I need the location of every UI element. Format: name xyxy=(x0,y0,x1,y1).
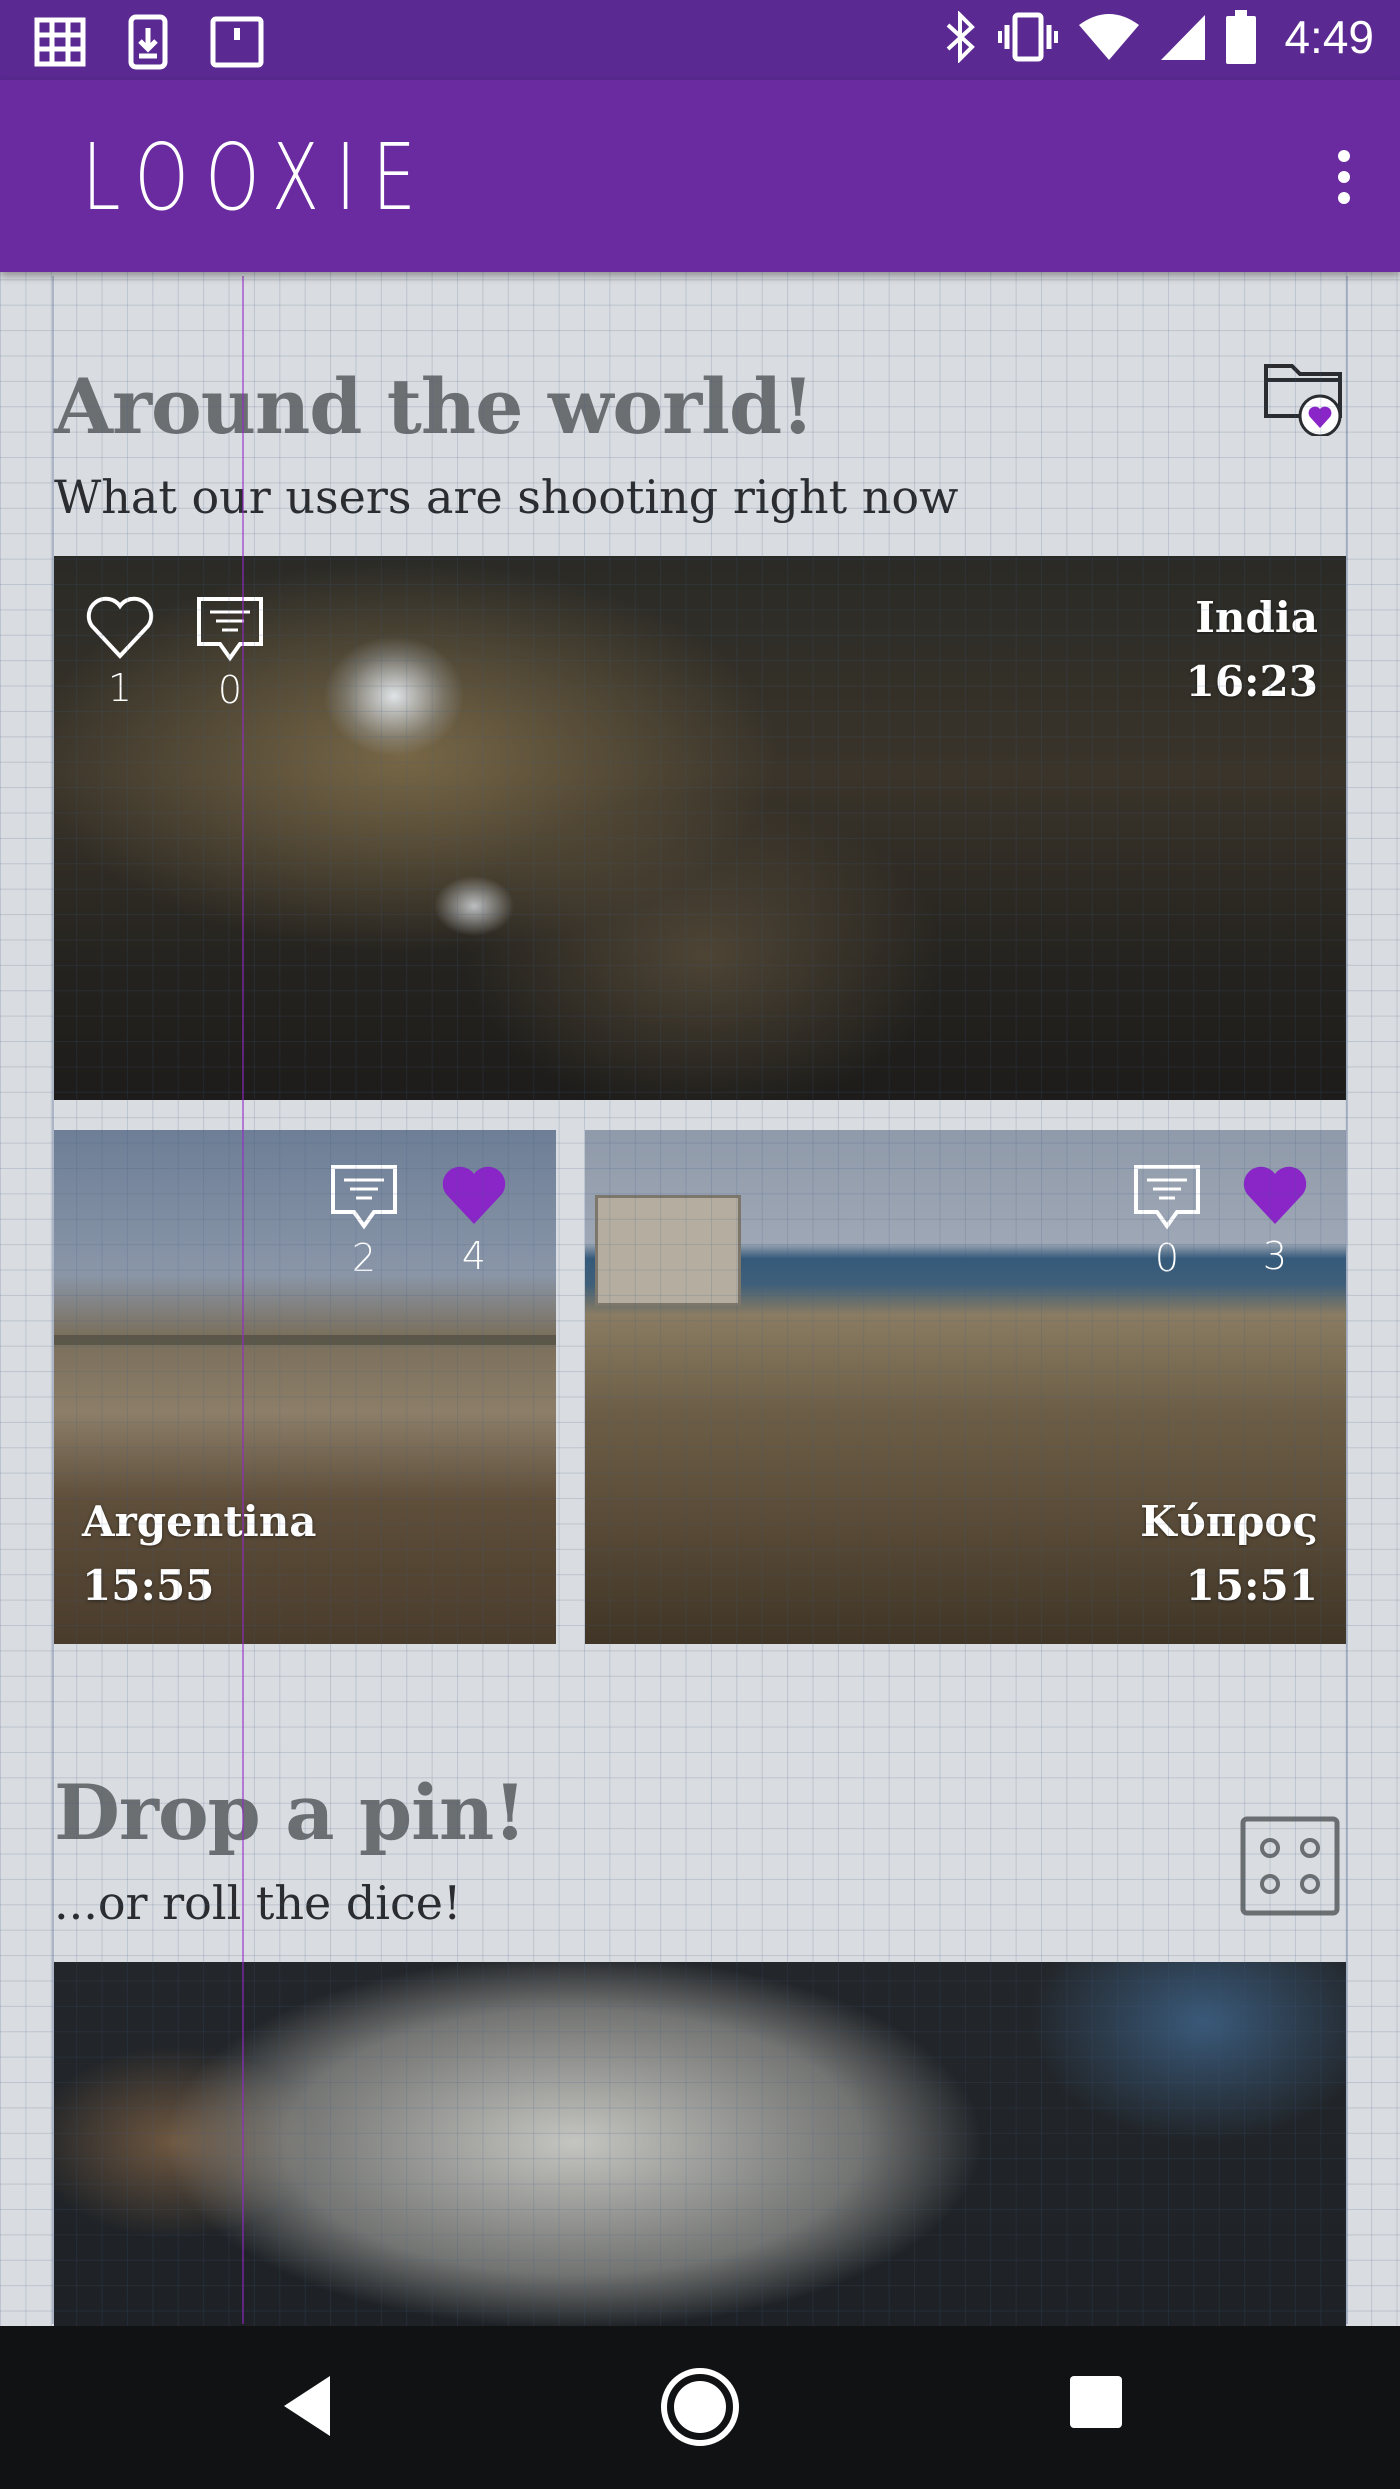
photo-card-india[interactable]: 1 0 India 16:23 xyxy=(54,556,1346,1100)
photo-location: Κύπρος xyxy=(1140,1497,1318,1546)
comment-icon xyxy=(197,597,263,662)
recents-icon[interactable] xyxy=(1068,2374,1124,2434)
comment-counter[interactable]: 0 xyxy=(196,596,264,712)
like-counter[interactable]: 4 xyxy=(438,1164,510,1278)
status-clock: 4:49 xyxy=(1284,11,1374,63)
comment-count: 0 xyxy=(217,668,243,712)
comment-counter[interactable]: 0 xyxy=(1133,1164,1201,1280)
layout-guide xyxy=(1346,276,1348,2324)
heart-outline-icon xyxy=(86,596,154,659)
section-subtitle-pin: ...or roll the dice! xyxy=(54,1876,462,1930)
navigation-bar xyxy=(0,2326,1400,2489)
notification-icon xyxy=(210,16,264,68)
bluetooth-icon xyxy=(942,11,978,63)
section-subtitle-world: What our users are shooting right now xyxy=(54,470,959,524)
photo-location: India xyxy=(1195,593,1318,642)
photo-label: India 16:23 xyxy=(1186,586,1318,714)
like-count: 3 xyxy=(1262,1234,1288,1278)
dice-icon[interactable] xyxy=(1240,1816,1340,1916)
signal-icon xyxy=(1160,13,1206,61)
section-title-pin: Drop a pin! xyxy=(54,1768,527,1857)
back-icon[interactable] xyxy=(278,2370,334,2446)
photo-label: Κύπρος 15:51 xyxy=(1140,1490,1318,1618)
grid-icon xyxy=(34,17,86,67)
photo-card-kypros[interactable]: 0 3 Κύπρος 15:51 xyxy=(585,1130,1346,1644)
overflow-menu-icon[interactable] xyxy=(1324,150,1364,210)
vibrate-icon xyxy=(998,11,1059,63)
comment-count: 2 xyxy=(351,1236,377,1280)
like-counter[interactable]: 1 xyxy=(84,596,156,710)
download-icon xyxy=(128,14,168,70)
app-bar: LOOXIE xyxy=(0,80,1400,272)
like-count: 4 xyxy=(461,1234,487,1278)
like-counter[interactable]: 3 xyxy=(1239,1164,1311,1278)
like-count: 1 xyxy=(107,666,133,710)
app-logo: LOOXIE xyxy=(82,124,433,231)
favorite-folder-icon[interactable] xyxy=(1262,352,1346,438)
photo-location: Argentina xyxy=(82,1497,317,1546)
comment-count: 0 xyxy=(1154,1236,1180,1280)
photo-time: 16:23 xyxy=(1185,657,1318,706)
heart-filled-icon xyxy=(442,1166,506,1224)
layout-guide xyxy=(52,276,54,2324)
comment-icon xyxy=(1134,1165,1200,1230)
photo-label: Argentina 15:55 xyxy=(82,1490,316,1618)
map-photo-card[interactable] xyxy=(54,1962,1346,2327)
photo-time: 15:51 xyxy=(1185,1561,1318,1610)
section-title-world: Around the world! xyxy=(54,362,815,451)
comment-icon xyxy=(331,1165,397,1230)
status-bar: 4:49 xyxy=(0,0,1400,80)
battery-icon xyxy=(1226,10,1257,64)
photo-card-argentina[interactable]: 2 4 Argentina 15:55 xyxy=(54,1130,556,1644)
wifi-icon xyxy=(1078,13,1140,61)
home-icon[interactable] xyxy=(659,2366,741,2452)
layout-guide xyxy=(242,276,244,2324)
comment-counter[interactable]: 2 xyxy=(330,1164,398,1280)
photo-time: 15:55 xyxy=(82,1561,215,1610)
heart-filled-icon xyxy=(1243,1166,1307,1224)
